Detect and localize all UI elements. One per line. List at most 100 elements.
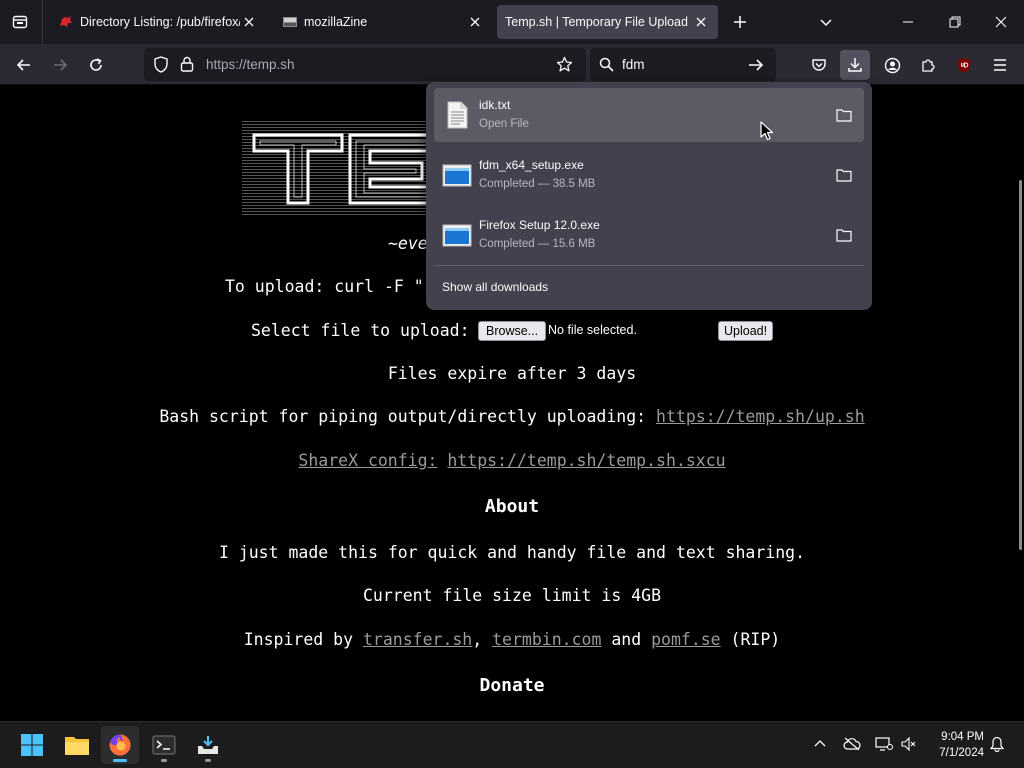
tagline-text: ~eve bbox=[388, 234, 428, 253]
list-all-tabs-button[interactable] bbox=[814, 10, 838, 34]
notifications-button[interactable] bbox=[985, 732, 1009, 756]
close-tab-icon[interactable] bbox=[240, 13, 258, 31]
tab-directory-listing[interactable]: Directory Listing: /pub/firefox/c bbox=[48, 5, 266, 39]
download-item[interactable]: Firefox Setup 12.0.exe Completed — 15.6 … bbox=[434, 208, 864, 262]
bell-icon bbox=[990, 736, 1004, 752]
mouse-cursor-icon bbox=[760, 121, 774, 141]
tab-separator bbox=[42, 0, 43, 44]
folder-icon bbox=[836, 169, 852, 182]
folder-icon bbox=[836, 109, 852, 122]
account-button[interactable] bbox=[877, 50, 907, 80]
inspired-prefix: Inspired by bbox=[243, 630, 363, 649]
downloads-panel: idk.txt Open File fdm_x64_setup.exe Comp… bbox=[426, 82, 872, 310]
download-status: Open File bbox=[479, 118, 529, 130]
running-app-indicator bbox=[161, 759, 167, 762]
bash-script-line: Bash script for piping output/directly u… bbox=[0, 407, 1024, 426]
ublock-origin-icon bbox=[958, 58, 970, 73]
firefox-view-button[interactable] bbox=[8, 10, 32, 34]
chevron-down-icon bbox=[820, 19, 832, 27]
address-bar[interactable]: https://temp.sh bbox=[144, 48, 586, 81]
show-in-folder-button[interactable] bbox=[832, 163, 856, 187]
expire-text: Files expire after 3 days bbox=[387, 364, 637, 383]
termbin-link[interactable]: termbin.com bbox=[492, 630, 601, 649]
terminal-icon bbox=[152, 735, 176, 755]
minimize-button[interactable] bbox=[894, 8, 922, 36]
download-filename: fdm_x64_setup.exe bbox=[479, 158, 584, 172]
taskbar-firefox[interactable] bbox=[101, 726, 139, 764]
tab-title: mozillaZine bbox=[304, 15, 368, 29]
start-icon bbox=[21, 734, 43, 756]
restore-button[interactable] bbox=[941, 8, 969, 36]
tab-temp-sh[interactable]: Temp.sh | Temporary File Upload bbox=[497, 5, 718, 39]
search-icon bbox=[599, 57, 614, 72]
start-button[interactable] bbox=[13, 726, 51, 764]
download-status: Completed — 15.6 MB bbox=[479, 238, 596, 250]
inspired-comma: , bbox=[472, 630, 493, 649]
minimize-icon bbox=[903, 21, 913, 23]
close-icon bbox=[995, 16, 1007, 28]
reload-button[interactable] bbox=[83, 52, 109, 78]
browse-button[interactable]: Browse... bbox=[478, 321, 547, 341]
taskbar-terminal[interactable] bbox=[145, 726, 183, 764]
download-icon bbox=[848, 58, 862, 72]
close-tab-icon[interactable] bbox=[466, 13, 484, 31]
bookmark-star-icon[interactable] bbox=[556, 56, 573, 73]
go-arrow-icon[interactable] bbox=[748, 57, 764, 73]
puzzle-piece-icon bbox=[922, 59, 935, 72]
hamburger-menu-icon bbox=[994, 59, 1006, 71]
upload-button[interactable]: Upload! bbox=[718, 321, 774, 341]
folder-icon bbox=[836, 229, 852, 242]
show-hidden-icons-button[interactable] bbox=[808, 732, 832, 756]
show-in-folder-button[interactable] bbox=[832, 223, 856, 247]
extensions-button[interactable] bbox=[913, 50, 943, 80]
tray-cloud-status[interactable] bbox=[840, 732, 864, 756]
tracking-protection-shield-icon[interactable] bbox=[153, 56, 169, 73]
plus-icon bbox=[734, 16, 746, 28]
taskbar-clock[interactable]: 9:04 PM 7/1/2024 bbox=[914, 729, 984, 761]
account-icon bbox=[884, 57, 900, 73]
tray-network-status[interactable] bbox=[872, 732, 896, 756]
inspired-and: and bbox=[601, 630, 652, 649]
clock-date: 7/1/2024 bbox=[939, 747, 984, 759]
show-all-downloads-button[interactable]: Show all downloads bbox=[442, 280, 548, 294]
sharex-config-link[interactable]: ShareX config: bbox=[298, 451, 437, 470]
mozillazine-icon bbox=[283, 17, 297, 27]
sharex-line: ShareX config: https://temp.sh/temp.sh.s… bbox=[0, 451, 1024, 470]
firefox-icon bbox=[109, 734, 131, 756]
size-limit-text: Current file size limit is 4GB bbox=[362, 586, 661, 605]
ublock-origin-button[interactable] bbox=[949, 50, 979, 80]
about-text: I just made this for quick and handy fil… bbox=[218, 543, 806, 562]
pocket-icon bbox=[812, 59, 826, 71]
downloads-button[interactable] bbox=[840, 50, 870, 80]
search-bar[interactable]: fdm bbox=[590, 48, 776, 81]
back-button[interactable] bbox=[11, 52, 37, 78]
tab-strip: Directory Listing: /pub/firefox/c mozill… bbox=[0, 0, 1024, 44]
pomf-link[interactable]: pomf.se bbox=[651, 630, 721, 649]
close-tab-icon[interactable] bbox=[692, 13, 710, 31]
bash-script-link[interactable]: https://temp.sh/up.sh bbox=[656, 407, 865, 426]
lock-icon[interactable] bbox=[180, 56, 194, 72]
show-in-folder-button[interactable] bbox=[832, 103, 856, 127]
search-input[interactable]: fdm bbox=[622, 57, 645, 72]
app-menu-button[interactable] bbox=[985, 50, 1015, 80]
download-item[interactable]: idk.txt Open File bbox=[434, 88, 864, 142]
text-file-icon bbox=[447, 101, 468, 129]
new-tab-button[interactable] bbox=[728, 10, 752, 34]
taskbar-file-explorer[interactable] bbox=[58, 726, 96, 764]
transfer-sh-link[interactable]: transfer.sh bbox=[363, 630, 472, 649]
pocket-button[interactable] bbox=[804, 50, 834, 80]
file-explorer-icon bbox=[65, 737, 89, 755]
reload-icon bbox=[90, 58, 102, 71]
forward-button[interactable] bbox=[47, 52, 73, 78]
tab-title: Directory Listing: /pub/firefox/c bbox=[80, 15, 240, 29]
page-scrollbar[interactable] bbox=[1019, 180, 1022, 550]
network-monitor-icon bbox=[875, 737, 893, 751]
cloud-offline-icon bbox=[843, 737, 861, 751]
tab-mozillazine[interactable]: mozillaZine bbox=[272, 5, 492, 39]
sharex-file-link[interactable]: https://temp.sh/temp.sh.sxcu bbox=[447, 451, 725, 470]
close-window-button[interactable] bbox=[987, 8, 1015, 36]
download-item[interactable]: fdm_x64_setup.exe Completed — 38.5 MB bbox=[434, 148, 864, 202]
select-file-label: Select file to upload: bbox=[251, 321, 470, 340]
exe-file-icon bbox=[442, 164, 472, 187]
taskbar-inbox-app[interactable] bbox=[189, 726, 227, 764]
